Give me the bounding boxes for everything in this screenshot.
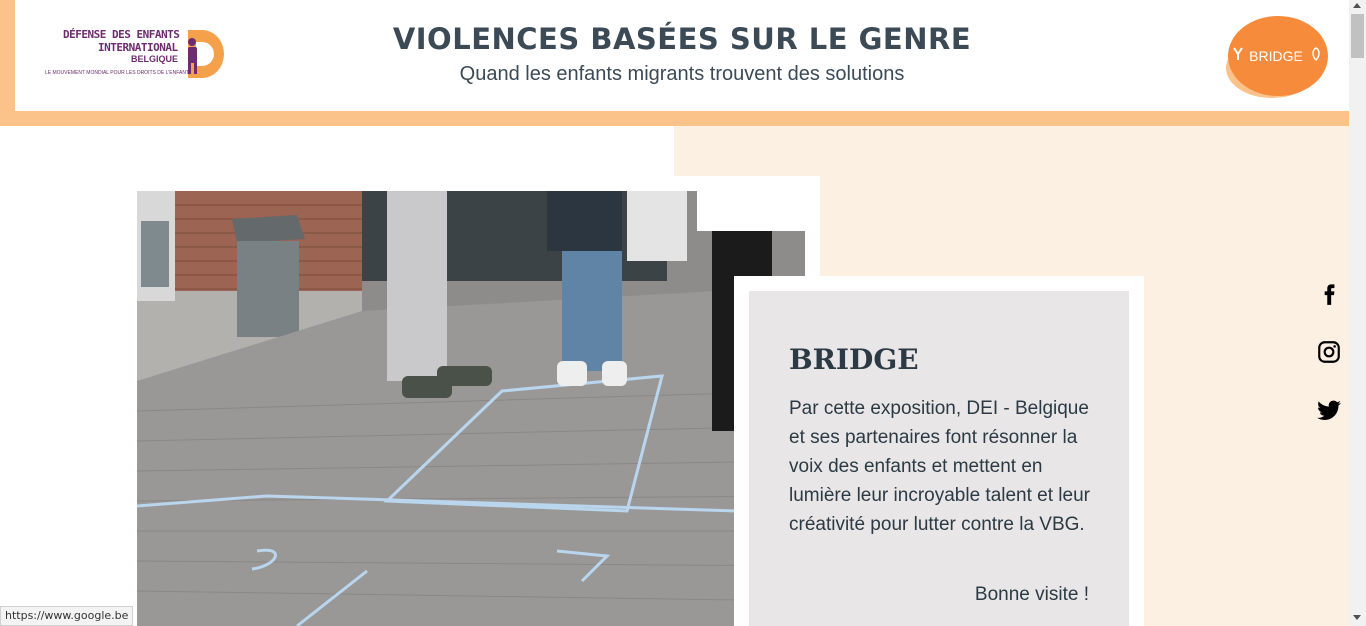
hero-photo xyxy=(137,191,805,626)
card-sign-off: Bonne visite ! xyxy=(974,584,1089,605)
bridge-logo-shape: BRIDGE xyxy=(1226,16,1328,98)
vertical-scrollbar[interactable] xyxy=(1349,0,1366,626)
facebook-icon xyxy=(1324,284,1335,305)
scroll-down-arrow-icon[interactable] xyxy=(1353,615,1361,620)
card-text: Par cette exposition, DEI - Belgique et … xyxy=(789,398,1090,535)
hero-photo-illustration xyxy=(137,191,805,626)
twitter-icon xyxy=(1317,400,1341,420)
page-title: VIOLENCES BASÉES SUR LE GENRE xyxy=(392,22,972,56)
card-title: BRIDGE xyxy=(789,343,919,376)
twitter-link[interactable] xyxy=(1316,397,1346,427)
site-header: DÉFENSE DES ENFANTS INTERNATIONAL BELGIQ… xyxy=(15,0,1349,111)
bridge-logo[interactable]: BRIDGE xyxy=(1224,14,1330,100)
facebook-link[interactable] xyxy=(1316,280,1346,310)
instagram-icon xyxy=(1318,341,1340,363)
browser-status-url: https://www.google.be xyxy=(0,606,134,626)
scroll-thumb[interactable] xyxy=(1351,14,1364,58)
intro-card: BRIDGE Par cette exposition, DEI - Belgi… xyxy=(749,291,1129,626)
page-subtitle: Quand les enfants migrants trouvent des … xyxy=(459,63,905,85)
bridge-logo-text: BRIDGE xyxy=(1249,48,1303,64)
instagram-link[interactable] xyxy=(1316,339,1346,369)
scroll-up-arrow-icon[interactable] xyxy=(1353,3,1361,8)
